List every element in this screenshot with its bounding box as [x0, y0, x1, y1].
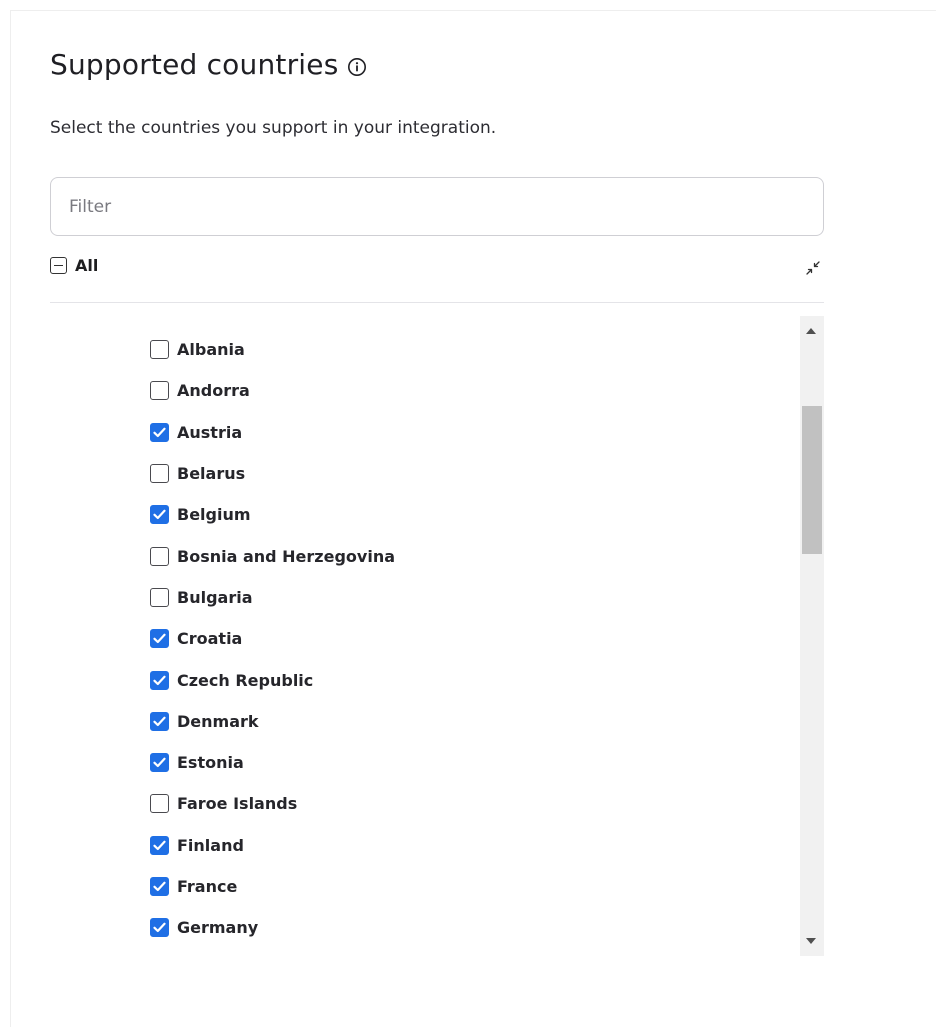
checkbox-checked-icon[interactable] — [150, 835, 169, 855]
country-item[interactable]: Belgium — [150, 494, 395, 535]
checkbox-checked-icon[interactable] — [150, 505, 169, 525]
country-label: Denmark — [177, 711, 259, 731]
select-all-label: All — [75, 256, 99, 275]
country-label: Faroe Islands — [177, 794, 298, 814]
scroll-up-arrow-icon[interactable] — [806, 328, 816, 334]
page-title: Supported countries — [50, 48, 367, 81]
country-list-viewport: Albania Andorra Austria Belarus Belgium Bosni… — [50, 316, 824, 956]
country-label: Finland — [177, 835, 244, 855]
country-label: Estonia — [177, 753, 244, 773]
country-label: Belarus — [177, 464, 246, 484]
country-label: Croatia — [177, 629, 243, 649]
country-label: Belgium — [177, 505, 251, 525]
country-item[interactable]: Faroe Islands — [150, 783, 395, 824]
country-item[interactable]: Belarus — [150, 453, 395, 494]
country-item[interactable]: Bosnia and Herzegovina — [150, 535, 395, 576]
divider — [50, 302, 824, 303]
country-item[interactable]: Croatia — [150, 618, 395, 659]
checkbox-unchecked-icon[interactable] — [150, 464, 169, 484]
country-item[interactable]: Denmark — [150, 701, 395, 742]
checkbox-unchecked-icon[interactable] — [150, 587, 169, 607]
collapse-icon[interactable] — [804, 259, 822, 277]
checkbox-unchecked-icon[interactable] — [150, 381, 169, 401]
country-item[interactable]: Albania — [150, 329, 395, 370]
country-label: Bulgaria — [177, 587, 253, 607]
filter-input[interactable] — [50, 177, 824, 236]
checkbox-unchecked-icon[interactable] — [150, 546, 169, 566]
scrollbar-thumb[interactable] — [802, 406, 822, 554]
country-label: Czech Republic — [177, 670, 314, 690]
info-icon[interactable] — [347, 57, 367, 77]
country-label: Andorra — [177, 381, 250, 401]
checkbox-checked-icon[interactable] — [150, 670, 169, 690]
scrollbar[interactable] — [800, 316, 824, 956]
country-list: Albania Andorra Austria Belarus Belgium Bosni… — [150, 329, 395, 956]
checkbox-checked-icon[interactable] — [150, 753, 169, 773]
title-text: Supported countries — [50, 48, 339, 81]
country-label: France — [177, 877, 238, 896]
country-label: Austria — [177, 422, 243, 442]
country-item[interactable]: Estonia — [150, 742, 395, 783]
country-item[interactable]: France — [150, 866, 395, 907]
checkbox-checked-icon[interactable] — [150, 918, 169, 938]
country-item[interactable]: Finland — [150, 825, 395, 866]
checkbox-checked-icon[interactable] — [150, 711, 169, 731]
country-label: Bosnia and Herzegovina — [177, 546, 396, 566]
indeterminate-checkbox-icon — [50, 257, 67, 274]
checkbox-checked-icon[interactable] — [150, 629, 169, 649]
country-label: Germany — [177, 918, 259, 938]
country-label: Albania — [177, 340, 245, 360]
subtitle: Select the countries you support in your… — [50, 118, 497, 138]
scroll-down-arrow-icon[interactable] — [806, 938, 816, 944]
country-item[interactable]: Czech Republic — [150, 659, 395, 700]
checkbox-unchecked-icon[interactable] — [150, 340, 169, 360]
country-item[interactable]: Bulgaria — [150, 577, 395, 618]
checkbox-unchecked-icon[interactable] — [150, 794, 169, 814]
country-item[interactable]: Andorra — [150, 370, 395, 411]
select-all-checkbox[interactable]: All — [50, 256, 98, 275]
country-item[interactable]: Austria — [150, 412, 395, 453]
country-item[interactable]: Germany — [150, 907, 395, 948]
checkbox-checked-icon[interactable] — [150, 422, 169, 442]
country-item[interactable]: Gibraltar — [150, 948, 395, 956]
checkbox-checked-icon[interactable] — [150, 877, 169, 896]
